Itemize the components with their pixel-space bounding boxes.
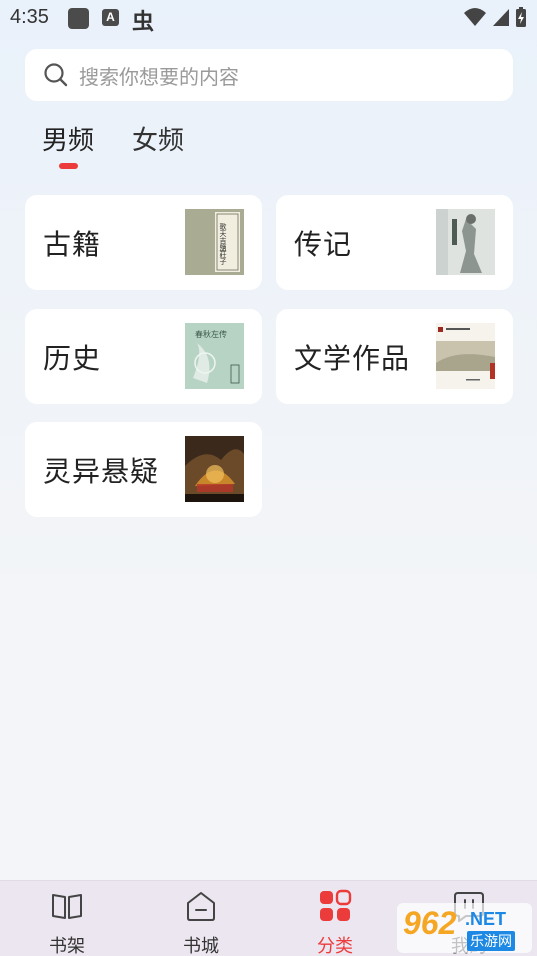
- category-cover-image: [436, 323, 495, 389]
- category-card-biography[interactable]: 传记: [276, 195, 513, 290]
- search-input[interactable]: 搜索你想要的内容: [79, 61, 239, 90]
- search-bar[interactable]: 搜索你想要的内容: [25, 49, 513, 101]
- watermark-number: 962: [403, 905, 457, 941]
- status-time: 4:35: [10, 6, 49, 28]
- cover-text: 歌天吉鹽莊子: [219, 222, 227, 265]
- notification-a-icon: A: [102, 9, 119, 26]
- category-cover-image: 歌天吉鹽莊子: [185, 209, 244, 275]
- book-open-icon: [52, 894, 82, 919]
- status-bar: 4:35 A 虫: [0, 0, 537, 36]
- notification-bug-icon: 虫: [132, 10, 155, 35]
- search-icon: [44, 63, 68, 87]
- category-card-literature[interactable]: 文学作品: [276, 309, 513, 404]
- wifi-icon: [464, 8, 486, 26]
- cover-text: 春秋左传: [195, 329, 227, 339]
- nav-bookstore[interactable]: 书城: [134, 881, 268, 956]
- watermark-logo: 962 .NET 乐游网: [397, 903, 532, 953]
- category-label: 历史: [43, 341, 102, 375]
- watermark-net: .NET: [465, 909, 507, 929]
- category-cover-image: 春秋左传: [185, 323, 244, 389]
- signal-icon: [493, 9, 509, 26]
- category-cover-image: [436, 209, 495, 275]
- nav-bookshelf[interactable]: 书架: [0, 881, 134, 956]
- category-label: 古籍: [43, 227, 102, 261]
- active-tab-indicator: [59, 163, 78, 169]
- battery-icon: [516, 7, 526, 27]
- home-icon: [187, 892, 215, 921]
- nav-label: 书架: [49, 936, 85, 956]
- category-card-supernatural-mystery[interactable]: 灵异悬疑: [25, 422, 262, 517]
- watermark-sub: 乐游网: [467, 931, 515, 951]
- nav-label: 分类: [317, 936, 353, 956]
- tab-female[interactable]: 女频: [132, 120, 184, 157]
- category-card-ancient-books[interactable]: 古籍 歌天吉鹽莊子: [25, 195, 262, 290]
- notification-square-icon: [68, 8, 89, 29]
- category-label: 灵异悬疑: [43, 454, 160, 488]
- category-label: 传记: [294, 227, 353, 261]
- category-card-history[interactable]: 历史 春秋左传: [25, 309, 262, 404]
- status-indicators: [463, 6, 527, 28]
- category-label: 文学作品: [294, 341, 411, 375]
- tab-male[interactable]: 男频: [42, 120, 94, 157]
- nav-label: 书城: [183, 936, 219, 956]
- nav-category[interactable]: 分类: [268, 881, 402, 956]
- category-grid-icon: [320, 889, 352, 921]
- category-cover-image: [185, 436, 244, 502]
